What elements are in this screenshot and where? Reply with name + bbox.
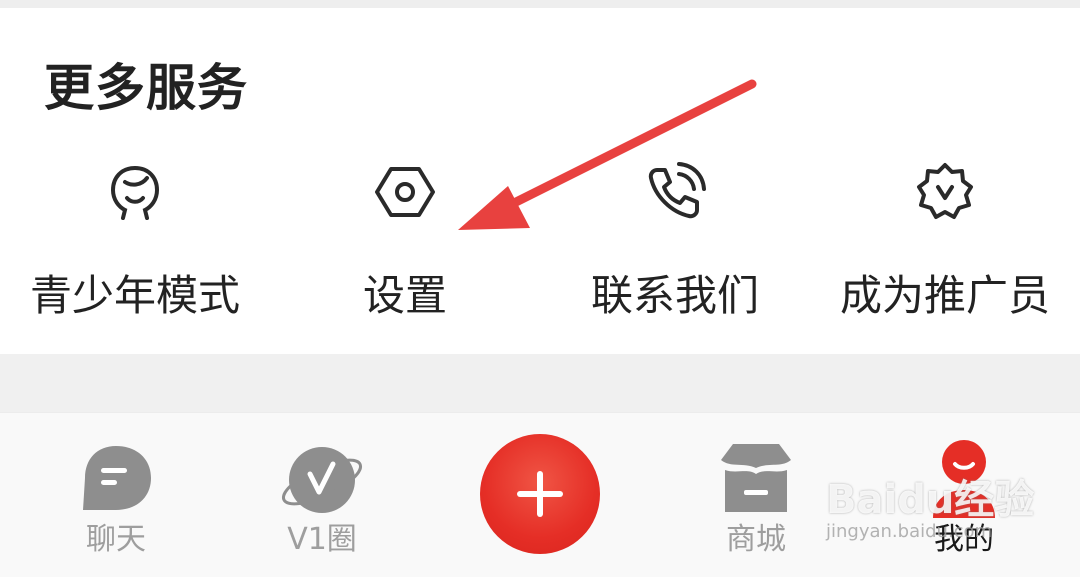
service-contact-us[interactable]: 联系我们: [540, 160, 810, 330]
watermark-brand: Baidu经验: [826, 477, 1035, 523]
service-label: 成为推广员: [839, 271, 1050, 320]
top-divider: [0, 0, 1080, 8]
add-button[interactable]: [480, 434, 600, 554]
service-label: 青少年模式: [29, 271, 240, 320]
service-teen-mode[interactable]: 青少年模式: [0, 160, 270, 330]
plus-icon: [517, 471, 563, 517]
chat-bubble-icon: [71, 438, 161, 528]
teen-face-icon: [103, 160, 167, 224]
tab-label: 聊天: [86, 522, 146, 557]
section-gap: [0, 354, 1080, 412]
watermark-url: jingyan.baidu.com: [826, 521, 993, 542]
phone-call-icon: [643, 160, 707, 224]
baidu-watermark: Baidu经验 jingyan.baidu.com: [826, 477, 1035, 558]
service-label: 设置: [362, 271, 447, 320]
v1-planet-icon: [277, 438, 367, 528]
service-promoter[interactable]: 成为推广员: [810, 160, 1080, 330]
service-label: 联系我们: [590, 271, 759, 320]
store-box-icon: [711, 438, 801, 528]
tab-label: 商城: [726, 522, 786, 557]
tab-store[interactable]: 商城: [666, 412, 846, 576]
tab-chat[interactable]: 聊天: [26, 412, 206, 576]
section-title: 更多服务: [44, 59, 248, 117]
tab-label: V1圈: [287, 522, 357, 557]
settings-hex-icon: [373, 160, 437, 224]
service-settings[interactable]: 设置: [270, 160, 540, 330]
tab-v1-circle[interactable]: V1圈: [232, 412, 412, 576]
promoter-badge-icon: [913, 160, 977, 224]
